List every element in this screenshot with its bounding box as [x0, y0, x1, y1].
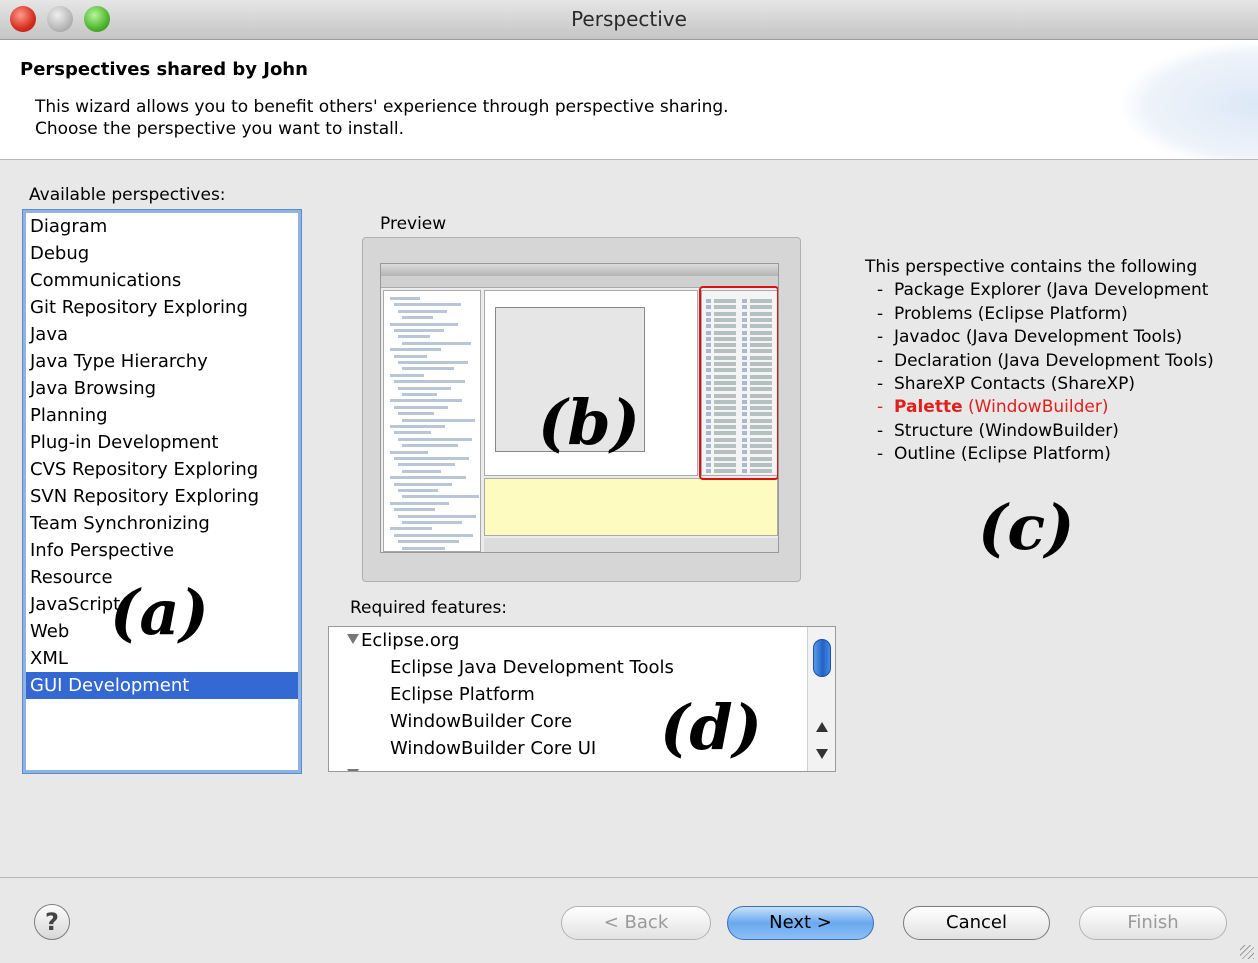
feature-group-label: Eclipse.org — [361, 630, 460, 651]
features-scrollbar[interactable] — [807, 627, 835, 771]
annotation-c: (c) — [978, 491, 1075, 564]
title-bar: Perspective — [0, 0, 1258, 40]
disclosure-triangle-icon[interactable] — [347, 634, 359, 644]
window-title: Perspective — [571, 7, 687, 31]
perspective-item[interactable]: Info Perspective — [26, 537, 298, 564]
disclosure-triangle-icon[interactable] — [347, 769, 359, 771]
contents-item-name: ShareXP Contacts — [894, 373, 1046, 394]
contents-intro: This perspective contains the following — [865, 257, 1198, 277]
wizard-description-line-1: This wizard allows you to benefit others… — [35, 97, 729, 117]
cancel-button[interactable]: Cancel — [903, 906, 1050, 940]
bullet-dash: - — [877, 397, 884, 418]
contents-item: - Declaration (Java Development Tools) — [865, 350, 1214, 373]
contents-item-name: Package Explorer — [894, 280, 1041, 301]
contents-item: - Structure (WindowBuilder) — [865, 420, 1214, 443]
contents-item-source: (WindowBuilder) — [968, 397, 1109, 418]
perspective-item[interactable]: XML — [26, 645, 298, 672]
palette-highlight-box — [699, 286, 778, 480]
perspective-item[interactable]: GUI Development — [26, 672, 298, 699]
contents-item: - Problems (Eclipse Platform) — [865, 303, 1214, 326]
perspective-contents: This perspective contains the following … — [865, 256, 1214, 467]
annotation-a: (a) — [110, 576, 209, 649]
perspective-item[interactable]: Plug-in Development — [26, 429, 298, 456]
contents-item-name: Outline — [894, 444, 956, 465]
bullet-dash: - — [877, 280, 884, 301]
scroll-up-arrow-icon[interactable] — [816, 722, 828, 732]
footer-divider — [0, 877, 1258, 878]
feature-item[interactable]: Eclipse Java Development Tools — [390, 657, 674, 678]
preview-label: Preview — [380, 214, 447, 234]
perspective-item[interactable]: Planning — [26, 402, 298, 429]
perspective-item[interactable]: CVS Repository Exploring — [26, 456, 298, 483]
contents-item-source: (Eclipse Platform) — [960, 444, 1111, 465]
feature-group-next[interactable] — [347, 765, 361, 771]
wizard-description-line-2: Choose the perspective you want to insta… — [35, 119, 405, 139]
finish-button[interactable]: Finish — [1079, 906, 1227, 940]
contents-item: - Outline (Eclipse Platform) — [865, 443, 1214, 466]
contents-item-source: (Eclipse Platform) — [977, 303, 1128, 324]
next-button[interactable]: Next > — [727, 906, 874, 940]
contents-item-name: Javadoc — [894, 327, 961, 348]
wizard-title: Perspectives shared by John — [20, 59, 308, 80]
required-features-label: Required features: — [350, 598, 508, 618]
contents-item-source: (Java Development Tools) — [965, 327, 1183, 348]
bullet-dash: - — [877, 420, 884, 441]
contents-item-name: Palette — [894, 397, 963, 418]
scrollbar-thumb[interactable] — [813, 639, 831, 677]
scroll-down-arrow-icon[interactable] — [816, 749, 828, 759]
perspective-item[interactable]: Communications — [26, 267, 298, 294]
contents-item: - ShareXP Contacts (ShareXP) — [865, 373, 1214, 396]
bullet-dash: - — [877, 303, 884, 324]
feature-item[interactable]: WindowBuilder Core — [390, 711, 572, 732]
annotation-d: (d) — [660, 691, 763, 764]
contents-item-source: (Java Development — [1046, 280, 1209, 301]
perspective-item[interactable]: Git Repository Exploring — [26, 294, 298, 321]
contents-item: - Package Explorer (Java Development — [865, 279, 1214, 302]
perspective-item[interactable]: Debug — [26, 240, 298, 267]
feature-item[interactable]: WindowBuilder Core UI — [390, 738, 596, 759]
feature-group-eclipse-org[interactable]: Eclipse.org — [347, 630, 459, 651]
help-button[interactable]: ? — [34, 904, 70, 940]
back-button[interactable]: < Back — [561, 906, 711, 940]
contents-item: - Javadoc (Java Development Tools) — [865, 326, 1214, 349]
perspective-item[interactable]: Java — [26, 321, 298, 348]
contents-item-name: Problems — [894, 303, 973, 324]
available-perspectives-label: Available perspectives: — [29, 185, 226, 205]
contents-item-source: (ShareXP) — [1050, 373, 1135, 394]
perspective-item[interactable]: Diagram — [26, 213, 298, 240]
perspective-item[interactable]: SVN Repository Exploring — [26, 483, 298, 510]
contents-item-source: (Java Development Tools) — [997, 350, 1214, 371]
contents-item: - Palette (WindowBuilder) — [865, 396, 1214, 419]
bullet-dash: - — [877, 350, 884, 371]
resize-grip-icon[interactable] — [1240, 945, 1254, 959]
perspective-item[interactable]: Team Synchronizing — [26, 510, 298, 537]
contents-item-name: Structure — [894, 420, 974, 441]
wizard-header: Perspectives shared by John This wizard … — [0, 40, 1258, 160]
bullet-dash: - — [877, 444, 884, 465]
perspectives-list[interactable]: Diagram Debug Communications Git Repository… — [23, 210, 301, 773]
perspective-item[interactable]: Java Type Hierarchy — [26, 348, 298, 375]
header-banner-graphic — [1118, 40, 1258, 159]
bullet-dash: - — [877, 327, 884, 348]
contents-item-name: Declaration — [894, 350, 993, 371]
wizard-description: This wizard allows you to benefit others… — [35, 96, 729, 140]
bullet-dash: - — [877, 373, 884, 394]
perspective-item[interactable]: Java Browsing — [26, 375, 298, 402]
contents-item-source: (WindowBuilder) — [978, 420, 1119, 441]
feature-item[interactable]: Eclipse Platform — [390, 684, 535, 705]
annotation-b: (b) — [538, 386, 641, 459]
